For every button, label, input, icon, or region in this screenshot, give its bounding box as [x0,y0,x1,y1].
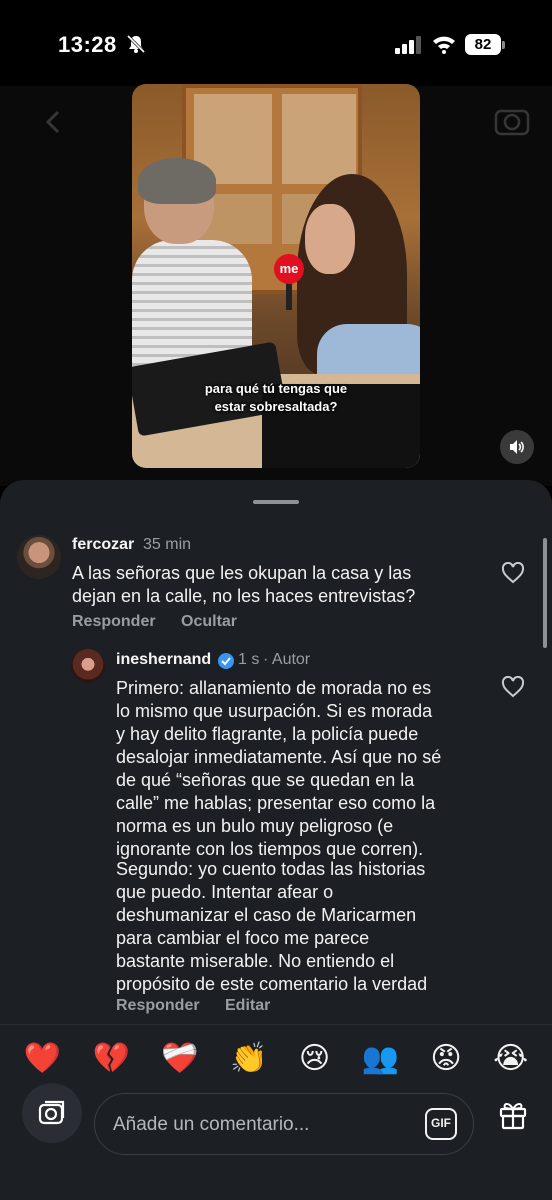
reply-button[interactable]: Responder [116,997,200,1015]
gif-button[interactable]: GIF [425,1108,457,1140]
comments-scrollbar[interactable] [543,538,547,648]
avatar[interactable] [71,649,105,683]
sheet-drag-handle[interactable] [253,500,299,504]
video-subtitle: para qué tú tengas que estar sobresaltad… [204,381,348,414]
speaker-icon [510,440,524,454]
battery-tip [502,41,505,49]
emoji-loudly-crying-face[interactable]: 😭 [493,1039,528,1079]
author-tag: · Autor [263,651,311,668]
microphone-logo: me [274,254,304,284]
comment-username[interactable]: fercozar [72,536,134,554]
wifi-icon [433,36,455,54]
comment-time: 35 min [143,536,192,553]
camera-button[interactable] [22,1083,82,1143]
back-arrow-icon[interactable] [40,108,68,136]
emoji-crying-face[interactable]: 😢 [299,1039,330,1079]
edit-button[interactable]: Editar [225,997,270,1015]
verified-badge-icon [218,653,234,669]
comment-text-paragraph-1: Primero: allanamiento de morada no es lo… [116,678,442,859]
reply-button[interactable]: Responder [72,613,156,631]
comment-username[interactable]: ineshernand [116,651,211,669]
cellular-signal-icon [395,36,421,54]
camera-flip-icon [38,1100,65,1125]
emoji-broken-heart[interactable]: 💔 [93,1039,130,1079]
quick-emoji-row: ❤️ 💔 ❤️‍🩹 👏 😢 👥 😡 😭 [0,1039,552,1079]
camera-icon[interactable] [494,104,530,136]
video-player[interactable]: me para qué tú tengas que estar sobresal… [132,84,420,468]
comment-input[interactable]: Añade un comentario... GIF [94,1093,474,1155]
hide-button[interactable]: Ocultar [181,613,237,631]
comment-composer-bar: ❤️ 💔 ❤️‍🩹 👏 😢 👥 😡 😭 Añade un comentario.… [0,1024,552,1200]
bell-muted-icon [126,34,146,54]
like-heart-icon[interactable] [501,676,525,698]
emoji-mending-heart[interactable]: ❤️‍🩹 [161,1039,198,1079]
sound-toggle-button[interactable] [500,430,534,464]
emoji-clapping-hands[interactable]: 👏 [230,1039,267,1079]
emoji-red-heart[interactable]: ❤️ [24,1039,61,1079]
comment-input-placeholder: Añade un comentario... [113,1114,310,1135]
gift-icon[interactable] [497,1098,529,1130]
like-heart-icon[interactable] [501,562,525,584]
emoji-silhouettes[interactable]: 👥 [362,1039,399,1079]
battery-indicator: 82 [465,34,501,55]
comment-text-paragraph-2: Segundo: yo cuento todas las historias q… [116,859,428,994]
status-bar: 13:28 82 [0,0,552,86]
emoji-angry-face[interactable]: 😡 [430,1039,461,1079]
comment-text: A las señoras que les okupan la casa y l… [72,563,416,606]
clock-time: 13:28 [58,32,117,57]
comment-time: 1 s [238,651,260,668]
avatar[interactable] [17,535,61,579]
